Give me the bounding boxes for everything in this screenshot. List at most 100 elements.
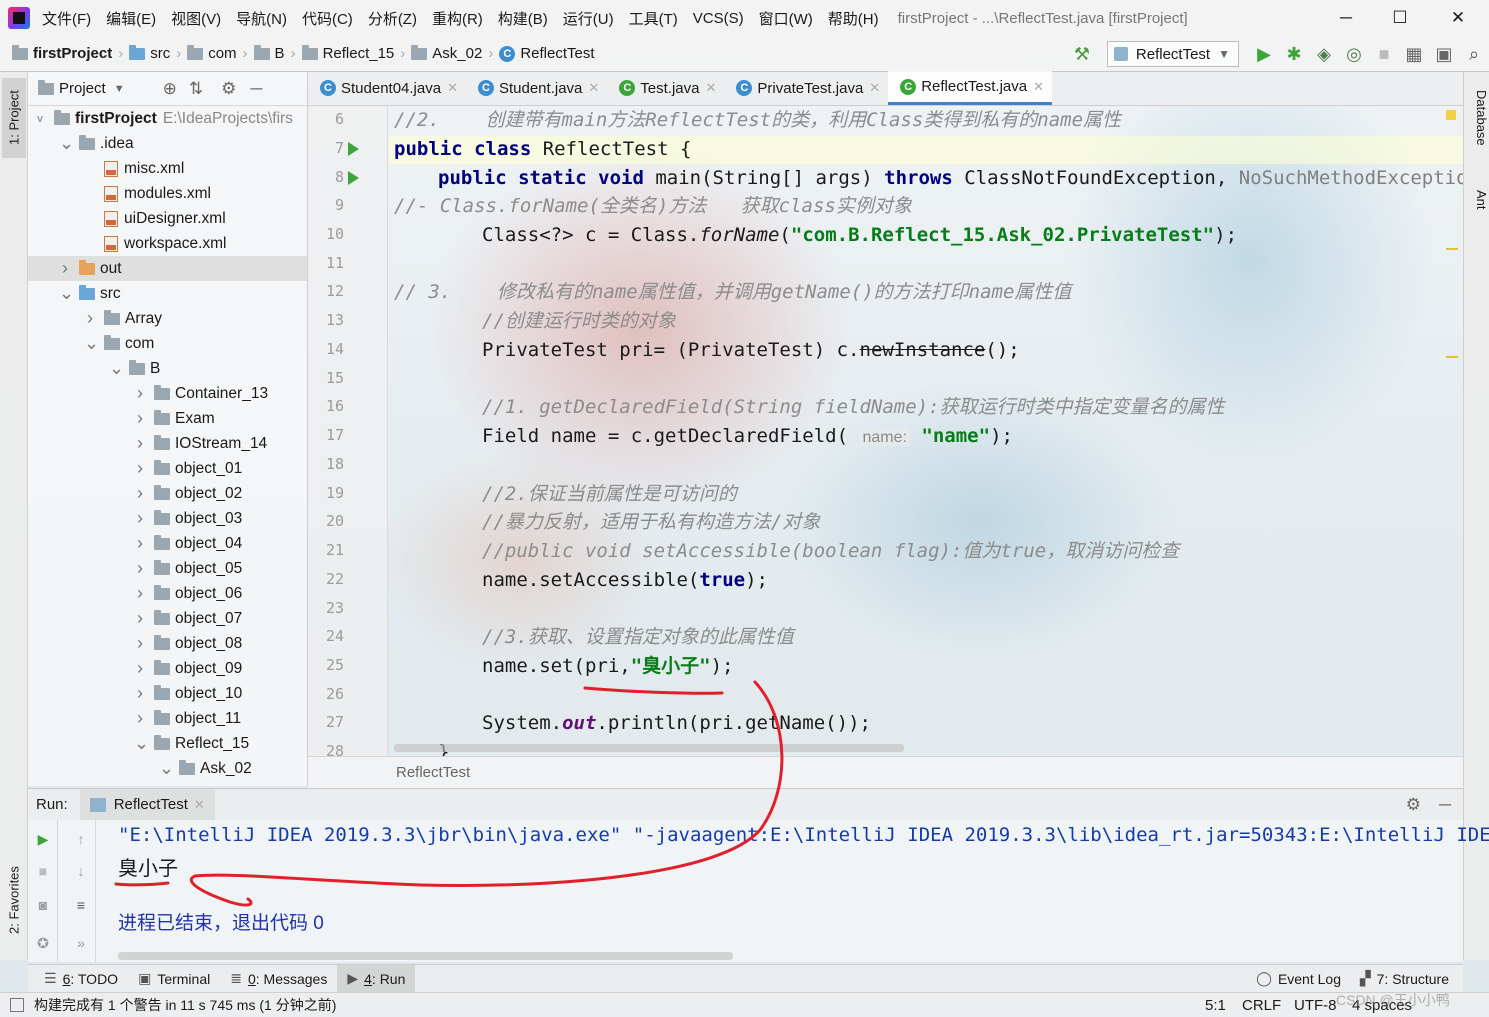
sdk-window-icon[interactable]: ▣ [1429, 39, 1459, 69]
menu-view[interactable]: 视图(V) [171, 8, 221, 29]
run-tab[interactable]: ReflectTest ✕ [79, 788, 215, 821]
tree-item[interactable]: › Exam [28, 406, 307, 431]
camera-icon[interactable]: ◙ [34, 896, 52, 914]
menu-code[interactable]: 代码(C) [302, 8, 353, 29]
menu-window[interactable]: 窗口(W) [759, 8, 813, 29]
tree-item[interactable]: workspace.xml [28, 231, 307, 256]
close-icon[interactable]: ✕ [447, 80, 458, 96]
tree-item[interactable]: ⌄ src [28, 281, 307, 306]
run-icon[interactable]: ▶ [1249, 39, 1279, 69]
chevron-right-icon[interactable]: › [134, 433, 146, 454]
chevron-right-icon[interactable]: › [134, 633, 146, 654]
crumb-reflecttest[interactable]: ReflectTest [520, 45, 594, 62]
chevron-right-icon[interactable]: › [84, 308, 96, 329]
tool-run[interactable]: ▶ 4: Run [337, 964, 416, 993]
caret-position[interactable]: 5:1 [1205, 993, 1226, 1017]
menu-help[interactable]: 帮助(H) [828, 8, 879, 29]
tree-item[interactable]: › IOStream_14 [28, 431, 307, 456]
tree-item[interactable]: › object_05 [28, 556, 307, 581]
build-hammer-icon[interactable]: ⚒ [1067, 39, 1097, 69]
editor-breadcrumb-label[interactable]: ReflectTest [396, 764, 470, 781]
soft-wrap-icon[interactable]: ≡ [72, 896, 90, 914]
tree-item[interactable]: ⌄ Ask_02 [28, 756, 307, 781]
warning-indicator-icon[interactable] [1446, 110, 1456, 120]
tree-item[interactable]: › object_09 [28, 656, 307, 681]
locate-target-icon[interactable]: ⊕ [163, 79, 177, 99]
crumb-reflect15[interactable]: Reflect_15 [323, 45, 395, 62]
status-message[interactable]: 构建完成有 1 个警告 in 11 s 745 ms (1 分钟之前) [34, 995, 336, 1015]
chevron-down-icon[interactable]: ⌄ [134, 733, 149, 754]
chevron-down-icon[interactable]: ⌄ [109, 358, 124, 379]
menu-navigate[interactable]: 导航(N) [236, 8, 287, 29]
close-icon[interactable]: ✕ [869, 80, 880, 96]
chevron-down-icon[interactable]: ⌄ [159, 758, 174, 779]
horizontal-scrollbar[interactable] [394, 744, 904, 752]
crumb-ask02[interactable]: Ask_02 [432, 45, 482, 62]
close-icon[interactable]: ✕ [588, 80, 599, 96]
chevron-right-icon[interactable]: › [134, 533, 146, 554]
console-scrollbar[interactable] [118, 952, 733, 960]
chevron-down-icon[interactable]: ▼ [114, 83, 125, 95]
tree-item[interactable]: misc.xml [28, 156, 307, 181]
database-tool-tab[interactable]: Database [1467, 90, 1489, 146]
gear-icon[interactable]: ⚙ [221, 79, 236, 99]
tab-reflecttest[interactable]: C ReflectTest.java ✕ [888, 71, 1052, 105]
chevron-right-icon[interactable]: › [134, 558, 146, 579]
crumb-project[interactable]: firstProject [33, 45, 112, 62]
profile-icon[interactable]: ◎ [1339, 39, 1369, 69]
tree-item[interactable]: › object_06 [28, 581, 307, 606]
tool-terminal[interactable]: ▣ Terminal [128, 965, 220, 993]
pin-icon[interactable]: ✪ [34, 934, 52, 952]
tree-item[interactable]: › object_02 [28, 481, 307, 506]
run-configuration-select[interactable]: ReflectTest ▼ [1106, 41, 1239, 67]
tree-item[interactable]: › object_04 [28, 531, 307, 556]
tab-student[interactable]: C Student.java ✕ [466, 71, 607, 105]
close-button[interactable]: ✕ [1430, 0, 1486, 36]
tree-item[interactable]: › object_03 [28, 506, 307, 531]
maximize-button[interactable]: ☐ [1372, 0, 1428, 36]
ant-tool-tab[interactable]: Ant [1467, 190, 1489, 210]
code-editor[interactable]: 6 7 8 9 10 11 12 13 14 15 16 17 18 19 20 21 22 23 24 25 26 27… [308, 106, 1463, 756]
up-arrow-icon[interactable]: ↑ [72, 830, 90, 848]
crumb-src[interactable]: src [150, 45, 170, 62]
chevron-right-icon[interactable]: › [134, 708, 146, 729]
hide-panel-icon[interactable]: ─ [1439, 795, 1451, 815]
tool-structure[interactable]: ▞ 7: Structure [1350, 965, 1459, 993]
menu-analyze[interactable]: 分析(Z) [368, 8, 417, 29]
project-view-select[interactable]: Project [59, 80, 106, 97]
chevron-right-icon[interactable]: › [134, 458, 146, 479]
toggle-tool-windows-icon[interactable] [10, 998, 24, 1012]
stop-icon[interactable]: ■ [1369, 39, 1399, 69]
close-icon[interactable]: ✕ [1033, 79, 1044, 95]
chevron-right-icon[interactable]: › [134, 408, 146, 429]
more-icon[interactable]: » [72, 934, 90, 952]
line-separator[interactable]: CRLF [1242, 993, 1281, 1017]
tree-item[interactable]: › object_01 [28, 456, 307, 481]
coverage-icon[interactable]: ◈ [1309, 39, 1339, 69]
tree-item[interactable]: modules.xml [28, 181, 307, 206]
chevron-right-icon[interactable]: › [134, 683, 146, 704]
tree-item[interactable]: ⌄ Reflect_15 [28, 731, 307, 756]
hide-panel-icon[interactable]: ─ [250, 79, 262, 99]
tab-test[interactable]: C Test.java ✕ [607, 71, 724, 105]
run-main-gutter-icon[interactable] [348, 171, 359, 185]
tree-item[interactable]: › object_10 [28, 681, 307, 706]
close-icon[interactable]: ✕ [706, 80, 717, 96]
tool-todo[interactable]: ☰ 6: TODO [34, 965, 128, 993]
chevron-right-icon[interactable]: › [134, 383, 146, 404]
menu-refactor[interactable]: 重构(R) [432, 8, 483, 29]
favorites-tool-tab[interactable]: 2: Favorites [2, 850, 26, 950]
chevron-right-icon[interactable]: › [59, 258, 71, 279]
crumb-b[interactable]: B [275, 45, 285, 62]
menu-run[interactable]: 运行(U) [563, 8, 614, 29]
project-tool-tab[interactable]: 1: Project [2, 78, 26, 158]
chevron-down-icon[interactable]: ⌄ [59, 133, 74, 154]
tree-root[interactable]: v firstProject E:\IdeaProjects\firs [28, 106, 307, 131]
menu-build[interactable]: 构建(B) [498, 8, 548, 29]
tool-messages[interactable]: ≣ 0: Messages [220, 965, 337, 993]
tab-privatetest[interactable]: C PrivateTest.java ✕ [724, 71, 888, 105]
search-icon[interactable]: ⌕ [1459, 39, 1489, 69]
stop-icon[interactable]: ■ [34, 862, 52, 880]
chevron-right-icon[interactable]: › [134, 658, 146, 679]
tree-item[interactable]: ⌄ com [28, 331, 307, 356]
